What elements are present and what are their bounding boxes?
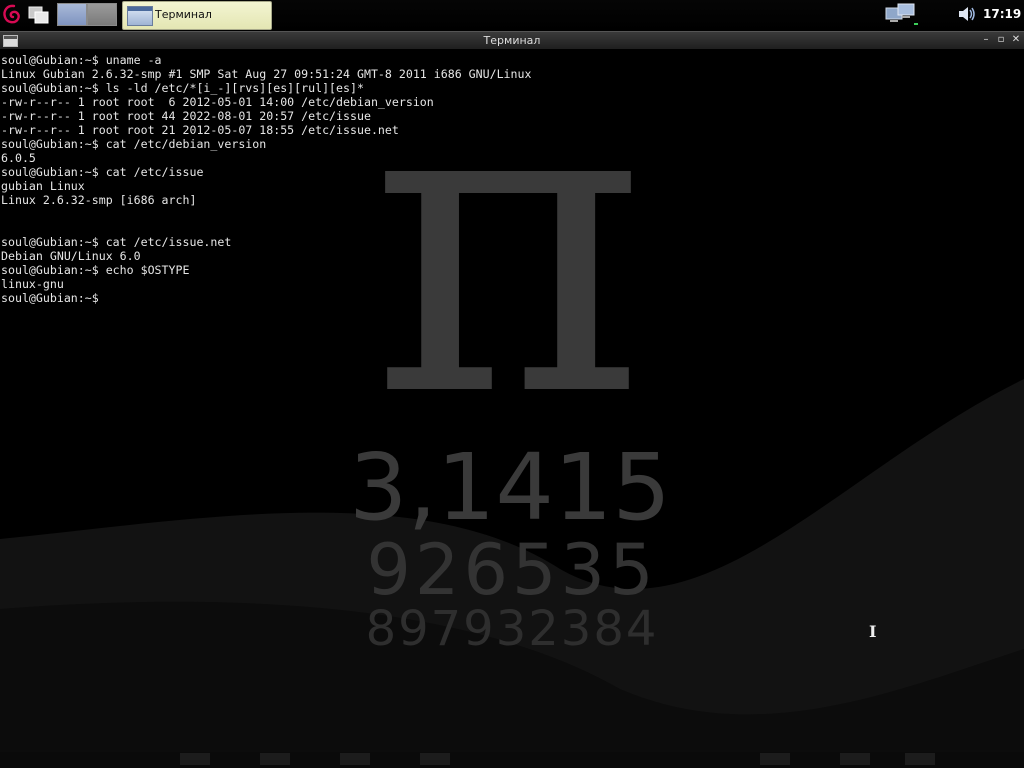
volume-icon[interactable] (957, 5, 977, 23)
terminal-line: gubian Linux (1, 179, 85, 193)
taskbar-item-terminal[interactable]: Терминал (122, 1, 272, 30)
workspace-1-button[interactable] (57, 3, 87, 26)
workspace-2-button[interactable] (87, 3, 117, 26)
top-panel: Терминал 17:19 (0, 0, 1024, 31)
terminal-line: soul@Gubian:~$ (1, 291, 99, 305)
terminal-line: -rw-r--r-- 1 root root 21 2012-05-07 18:… (1, 123, 399, 137)
terminal-line: Linux 2.6.32-smp [i686 arch] (1, 193, 197, 207)
terminal-window-icon (127, 6, 153, 26)
pi-digits-line-3: 897932384 (366, 601, 659, 657)
window-title: Терминал (483, 34, 541, 47)
network-icon[interactable] (884, 2, 918, 27)
show-desktop-icon[interactable] (26, 2, 52, 28)
minimize-button[interactable]: – (980, 34, 992, 46)
pi-digits-line-1: 3,1415 (349, 434, 671, 541)
maximize-button[interactable]: ▫ (995, 34, 1007, 46)
close-button[interactable]: ✕ (1010, 34, 1022, 46)
terminal-line: Debian GNU/Linux 6.0 (1, 249, 141, 263)
terminal-line: -rw-r--r-- 1 root root 6 2012-05-01 14:0… (1, 95, 434, 109)
debian-swirl-icon[interactable] (0, 2, 24, 28)
terminal-line: linux-gnu (1, 277, 64, 291)
clock[interactable]: 17:19 (983, 7, 1021, 21)
terminal-line: soul@Gubian:~$ cat /etc/issue.net (1, 235, 232, 249)
ibeam-cursor-icon: I (869, 622, 877, 641)
terminal-line: soul@Gubian:~$ cat /etc/issue (1, 165, 204, 179)
window-titlebar[interactable]: Терминал – ▫ ✕ (0, 31, 1024, 50)
terminal-line: soul@Gubian:~$ cat /etc/debian_version (1, 137, 267, 151)
terminal-line: soul@Gubian:~$ uname -a (1, 53, 162, 67)
terminal-line: soul@Gubian:~$ ls -ld /etc/*[i_-][rvs][e… (1, 81, 364, 95)
terminal-line: -rw-r--r-- 1 root root 44 2022-08-01 20:… (1, 109, 371, 123)
pi-digits-line-2: 926535 (366, 529, 657, 611)
terminal-output[interactable]: soul@Gubian:~$ uname -a Linux Gubian 2.6.… (1, 53, 531, 305)
taskbar-item-label: Терминал (155, 8, 212, 21)
terminal-area[interactable]: π 3,1415 926535 897932384 soul@Gubian:~$… (0, 49, 1024, 768)
terminal-line: soul@Gubian:~$ echo $OSTYPE (1, 263, 190, 277)
terminal-line: Linux Gubian 2.6.32-smp #1 SMP Sat Aug 2… (1, 67, 532, 81)
terminal-line: 6.0.5 (1, 151, 36, 165)
